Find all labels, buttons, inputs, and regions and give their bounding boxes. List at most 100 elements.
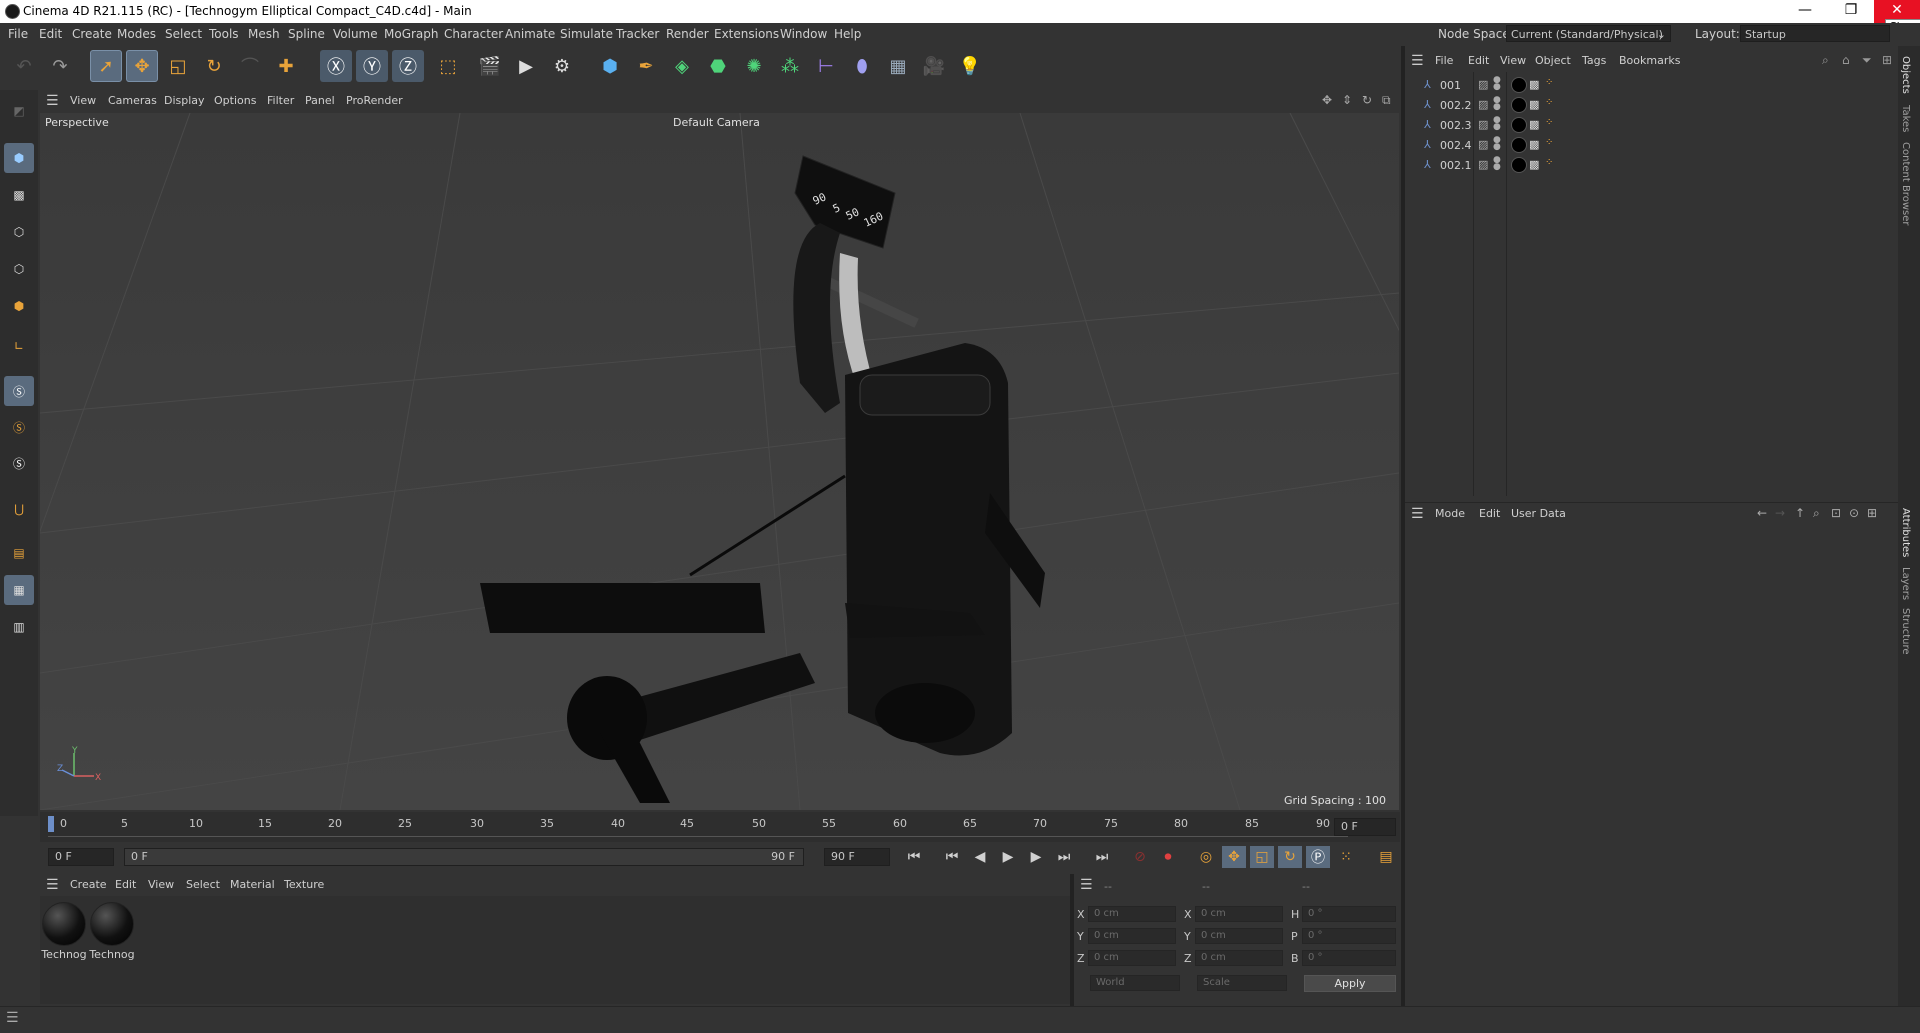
tab-layers[interactable]: Layers [1900, 567, 1911, 600]
menu-mograph[interactable]: MoGraph [384, 27, 439, 41]
edit-checkbox-icon[interactable]: ▨ [1478, 118, 1488, 131]
deformer-icon[interactable]: ⊢ [810, 50, 842, 82]
redo-icon[interactable]: ↷ [44, 50, 76, 82]
mat-menu-texture[interactable]: Texture [284, 878, 324, 891]
timeline-window-icon[interactable]: ▤ [1374, 846, 1398, 868]
cube-icon[interactable]: ⬢ [594, 50, 626, 82]
visibility-dots-icon[interactable]: ● ● [1493, 156, 1501, 172]
menu-animate[interactable]: Animate [505, 27, 555, 41]
mat-menu-material[interactable]: Material [230, 878, 275, 891]
coord-mode-dropdown[interactable]: World [1090, 975, 1180, 991]
go-to-end-icon[interactable]: ⏭ [1090, 846, 1114, 868]
vp-menu-view[interactable]: View [70, 94, 96, 107]
menu-spline[interactable]: Spline [288, 27, 325, 41]
3d-viewport[interactable]: 90 5 50 160 Y X Z Perspective Default Ca… [40, 113, 1399, 810]
object-name[interactable]: 002.2 [1440, 99, 1472, 112]
menu-help[interactable]: Help [834, 27, 861, 41]
minimize-button[interactable]: — [1782, 0, 1828, 23]
make-editable-icon[interactable]: ◩ [4, 96, 34, 126]
object-row[interactable]: ⅄ 002.2 ▨ ● ● ▩ ⁘ [1405, 96, 1895, 115]
cloner-icon[interactable]: ✺ [738, 50, 770, 82]
end-frame-field[interactable]: 90 F [824, 848, 890, 866]
visibility-dots-icon[interactable]: ● ● [1493, 76, 1501, 92]
visibility-dots-icon[interactable]: ● ● [1493, 136, 1501, 152]
next-key-icon[interactable]: ⏭ [1052, 846, 1076, 868]
autokeying-icon[interactable]: ⏺ [1156, 846, 1180, 868]
visibility-dots-icon[interactable]: ● ● [1493, 116, 1501, 132]
edit-checkbox-icon[interactable]: ▨ [1478, 98, 1488, 111]
back-arrow-icon[interactable]: ← [1757, 506, 1767, 520]
material-swatch[interactable]: Technog [89, 902, 135, 961]
viewport-rotate-icon[interactable]: ↻ [1362, 93, 1372, 107]
coordinate-system-icon[interactable]: ⬚ [432, 50, 464, 82]
obj-menu-file[interactable]: File [1435, 54, 1453, 67]
point-level-animation-icon[interactable]: ⁙ [1334, 846, 1358, 868]
object-name[interactable]: 002.3 [1440, 119, 1472, 132]
coord-size-z-field[interactable]: 0 cm [1195, 950, 1283, 966]
search-icon[interactable]: ⌕ [1813, 506, 1820, 521]
pen-spline-icon[interactable]: ✒ [630, 50, 662, 82]
play-icon[interactable]: ▶ [996, 846, 1020, 868]
object-name[interactable]: 002.1 [1440, 159, 1472, 172]
coord-pos-y-field[interactable]: 0 cm [1088, 928, 1176, 944]
tag-icon[interactable]: ⁘ [1545, 77, 1553, 88]
coord-rot-p-field[interactable]: 0 ° [1302, 928, 1396, 944]
hamburger-menu-icon[interactable]: ☰ [46, 877, 59, 893]
up-arrow-icon[interactable]: ↑ [1795, 506, 1805, 520]
maximize-button[interactable]: ❐ [1828, 0, 1874, 23]
menu-file[interactable]: File [8, 27, 28, 41]
tag-icon[interactable]: ⁘ [1545, 117, 1553, 128]
axis-mode-icon[interactable]: ∟ [4, 331, 34, 361]
tab-takes[interactable]: Takes [1900, 105, 1911, 132]
layout-dropdown[interactable]: Startup [1740, 25, 1890, 42]
coord-pos-z-field[interactable]: 0 cm [1088, 950, 1176, 966]
previous-key-icon[interactable]: ⏮ [940, 846, 964, 868]
search-icon[interactable]: ⌕ [1822, 53, 1829, 68]
tag-icon[interactable]: ⁘ [1545, 137, 1553, 148]
texture-mode-icon[interactable]: ▩ [4, 180, 34, 210]
vp-menu-panel[interactable]: Panel [305, 94, 335, 107]
quantize-icon[interactable]: Ⓢ [4, 448, 34, 478]
menu-character[interactable]: Character [444, 27, 503, 41]
previous-frame-icon[interactable]: ◀ [968, 846, 992, 868]
polygons-mode-icon[interactable]: ⬢ [4, 291, 34, 321]
floor-icon[interactable]: ▦ [882, 50, 914, 82]
node-space-dropdown[interactable]: Current (Standard/Physical) ⌄ [1506, 25, 1671, 42]
planar-workplane-icon[interactable]: ▥ [4, 612, 34, 642]
material-tag-icon[interactable] [1511, 97, 1527, 113]
texture-tag-icon[interactable]: ▩ [1529, 158, 1539, 171]
vp-menu-cameras[interactable]: Cameras [108, 94, 157, 107]
object-name[interactable]: 001 [1440, 79, 1461, 92]
extrude-icon[interactable]: ⬣ [702, 50, 734, 82]
current-frame-field[interactable]: 0 F [1334, 818, 1396, 836]
parameter-key-icon[interactable]: Ⓟ [1306, 846, 1330, 868]
menu-tracker[interactable]: Tracker [616, 27, 659, 41]
viewport-zoom-icon[interactable]: ⇕ [1342, 93, 1352, 107]
timeline-ruler[interactable] [40, 812, 1400, 842]
object-row[interactable]: ⅄ 002.4 ▨ ● ● ▩ ⁘ [1405, 136, 1895, 155]
tag-icon[interactable]: ⁘ [1545, 97, 1553, 108]
obj-menu-edit[interactable]: Edit [1468, 54, 1489, 67]
vp-menu-display[interactable]: Display [164, 94, 205, 107]
material-tag-icon[interactable] [1511, 157, 1527, 173]
visibility-dots-icon[interactable]: ● ● [1493, 96, 1501, 112]
mat-menu-view[interactable]: View [148, 878, 174, 891]
scale-key-icon[interactable]: ◱ [1250, 846, 1274, 868]
texture-tag-icon[interactable]: ▩ [1529, 98, 1539, 111]
tab-objects[interactable]: Objects [1900, 56, 1911, 94]
go-to-start-icon[interactable]: ⏮ [902, 846, 926, 868]
coord-pos-x-field[interactable]: 0 cm [1088, 906, 1176, 922]
object-row[interactable]: ⅄ 002.1 ▨ ● ● ▩ ⁘ [1405, 156, 1895, 175]
texture-tag-icon[interactable]: ▩ [1529, 118, 1539, 131]
hamburger-menu-icon[interactable]: ☰ [1411, 53, 1424, 69]
live-selection-icon[interactable]: ➚ [90, 50, 122, 82]
mat-menu-create[interactable]: Create [70, 878, 107, 891]
home-icon[interactable]: ⌂ [1842, 53, 1850, 67]
field-icon[interactable]: ⬮ [846, 50, 878, 82]
material-tag-icon[interactable] [1511, 117, 1527, 133]
camera-icon[interactable]: 🎥 [918, 50, 950, 82]
mat-menu-select[interactable]: Select [186, 878, 220, 891]
obj-menu-view[interactable]: View [1500, 54, 1526, 67]
attr-menu-edit[interactable]: Edit [1479, 507, 1500, 520]
tab-structure[interactable]: Structure [1900, 608, 1911, 655]
